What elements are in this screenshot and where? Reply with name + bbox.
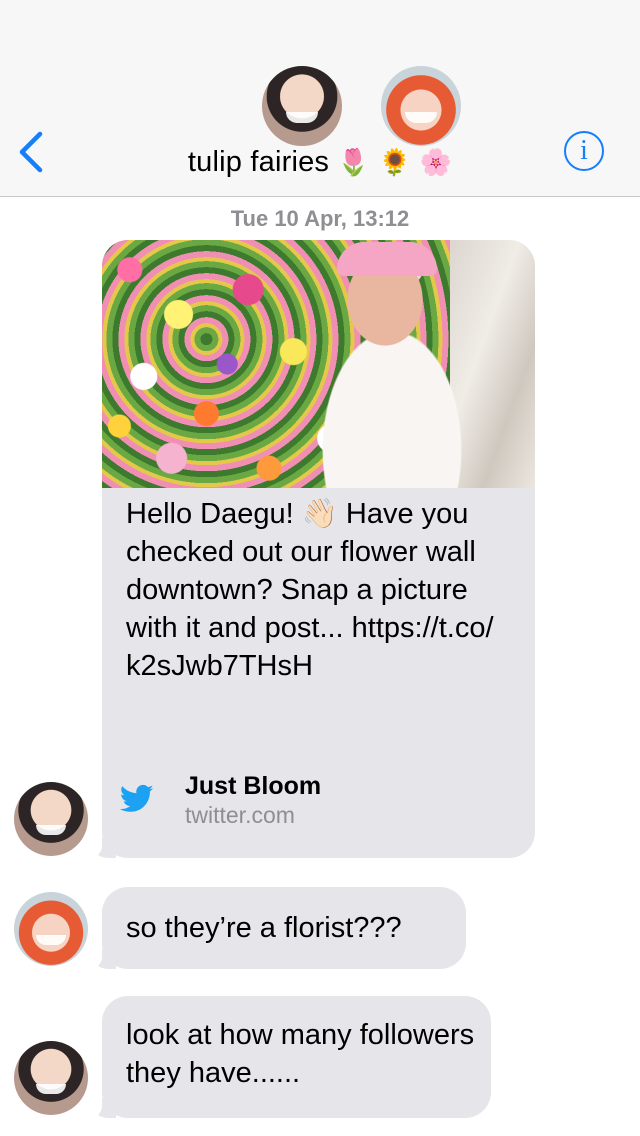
conversation-header: tulip fairies 🌷 🌻 🌸 i [0, 0, 640, 197]
link-source-domain: twitter.com [185, 802, 295, 828]
group-title-emoji: 🌷 🌻 🌸 [337, 148, 453, 178]
message-text: so they’re a florist??? [126, 912, 402, 944]
message-text-start: Hello Daegu! [126, 498, 294, 530]
group-member-avatar[interactable] [260, 64, 344, 148]
sender-avatar[interactable] [14, 1041, 88, 1115]
sender-avatar[interactable] [14, 892, 88, 966]
message-timestamp: Tue 10 Apr, 13:12 [230, 206, 410, 231]
bubble-tail [82, 949, 116, 969]
link-preview-bubble[interactable]: Hello Daegu! 👋🏻 Have you checked out our… [102, 240, 535, 858]
twitter-bird-icon [120, 784, 154, 812]
waving-hand-emoji: 👋🏻 [301, 496, 338, 530]
link-source[interactable]: Just Bloom twitter.com [120, 772, 520, 842]
bubble-tail [82, 838, 116, 858]
message-text: look at how many followers they have....… [126, 1019, 475, 1089]
group-member-avatar[interactable] [379, 64, 463, 148]
link-message-text: Hello Daegu! 👋🏻 Have you checked out our… [126, 494, 518, 685]
link-preview-image[interactable] [102, 240, 535, 488]
sender-avatar[interactable] [14, 782, 88, 856]
group-name[interactable]: tulip fairies 🌷 🌻 🌸 [0, 146, 640, 179]
woman-photo [307, 240, 477, 488]
message-bubble[interactable]: so they’re a florist??? [102, 887, 466, 969]
message-bubble[interactable]: look at how many followers they have....… [102, 996, 491, 1118]
info-icon: i [580, 135, 588, 166]
info-button[interactable]: i [564, 131, 604, 171]
link-source-name: Just Bloom [185, 772, 322, 800]
group-title-text: tulip fairies [187, 146, 330, 178]
bubble-tail [82, 1098, 116, 1118]
